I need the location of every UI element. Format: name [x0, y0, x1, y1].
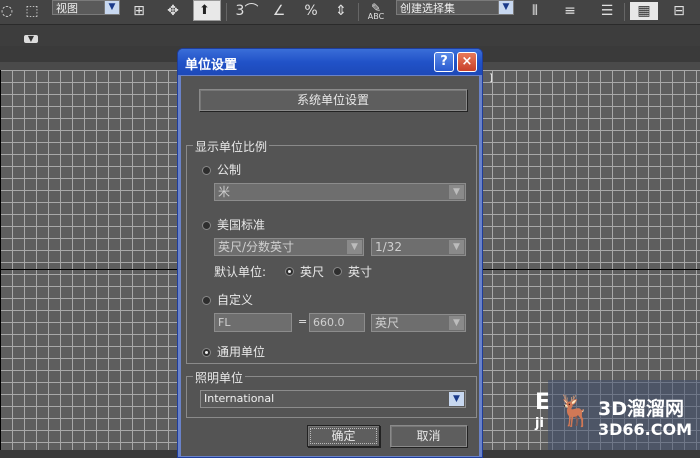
- reference-coord-value: 视图: [56, 2, 78, 15]
- chevron-down-icon: ▼: [449, 240, 464, 254]
- chevron-down-icon: ▼: [449, 392, 464, 406]
- main-toolbar: ◌ ⬚ 视图 ▼ ⊞ ✥ ⬆ 3⌒ ∠ % ⇕ ✎ ABC 创建选择集 ▼ ⫴ ≡…: [0, 0, 700, 25]
- chevron-down-icon: ▼: [449, 316, 464, 330]
- us-standard-label: 美国标准: [217, 218, 266, 232]
- us-unit-value: 英尺/分数英寸: [218, 240, 295, 254]
- ribbon-toggle-icon[interactable]: ▼: [24, 35, 38, 43]
- mirror-icon[interactable]: ⫴: [522, 2, 548, 20]
- chevron-down-icon: ▼: [104, 1, 119, 14]
- scene-explorer-icon[interactable]: ▦: [630, 2, 658, 20]
- fraction-dropdown[interactable]: 1/32 ▼: [371, 238, 466, 256]
- dialog-title: 单位设置: [185, 58, 238, 73]
- percent-snap-icon[interactable]: %: [296, 2, 326, 20]
- lighting-units-value: International: [204, 392, 275, 405]
- reference-coord-dropdown[interactable]: 视图 ▼: [52, 0, 120, 15]
- custom-label: 自定义: [217, 293, 254, 307]
- material-editor-icon[interactable]: ⊟: [664, 2, 694, 20]
- group-title: 显示单位比例: [193, 138, 270, 155]
- us-unit-dropdown[interactable]: 英尺/分数英寸 ▼: [214, 238, 364, 256]
- equals-sign: =: [298, 315, 308, 328]
- watermark-site-name: 3D溜溜网: [598, 398, 684, 420]
- metric-unit-dropdown[interactable]: 米 ▼: [214, 183, 466, 201]
- fraction-value: 1/32: [375, 240, 402, 254]
- edit-named-sets-icon[interactable]: ✎ ABC: [364, 2, 388, 21]
- custom-unit-value: 英尺: [375, 316, 400, 330]
- custom-value-field[interactable]: 660.0: [309, 313, 365, 332]
- toolbar-separator: [624, 3, 625, 21]
- close-button[interactable]: ×: [457, 52, 477, 72]
- watermark: 🦌 3D溜溜网 3D66.COM: [548, 380, 700, 450]
- chevron-down-icon: ▼: [347, 240, 362, 254]
- toolbar-separator: [358, 3, 359, 21]
- default-unit-label: 默认单位:: [214, 265, 267, 279]
- abc-label: ABC: [367, 12, 385, 21]
- viewport-label[interactable]: ]: [489, 73, 493, 84]
- chevron-down-icon: ▼: [498, 1, 513, 14]
- custom-name-field[interactable]: FL: [214, 313, 292, 332]
- lighting-units-group: 照明单位 International ▼: [186, 369, 477, 418]
- ok-button[interactable]: 确定: [307, 425, 380, 447]
- inch-label: 英寸: [348, 265, 373, 279]
- align-icon[interactable]: ≡: [556, 2, 584, 20]
- dialog-body: 系统单位设置 显示单位比例 公制 米 ▼ 美国标准 英尺/分数英寸 ▼ 1/32…: [181, 76, 479, 456]
- select-and-link-button[interactable]: ⬆: [193, 0, 221, 21]
- move-gizmo-icon[interactable]: ✥: [160, 2, 186, 20]
- feet-label: 英尺: [300, 265, 325, 279]
- custom-radio[interactable]: [202, 296, 211, 305]
- layer-manager-icon[interactable]: ☰: [594, 2, 620, 20]
- snap-label: 3: [235, 3, 245, 19]
- metric-radio[interactable]: [202, 166, 211, 175]
- deer-logo-icon: 🦌: [556, 394, 594, 429]
- dialog-titlebar[interactable]: 单位设置 ? ×: [178, 49, 482, 75]
- chevron-down-icon: ▼: [449, 185, 464, 199]
- us-standard-radio[interactable]: [202, 221, 211, 230]
- generic-units-radio[interactable]: [202, 348, 211, 357]
- angle-snap-icon[interactable]: ∠: [264, 2, 294, 20]
- upload-arrow-icon: ⬆: [199, 3, 210, 18]
- named-selection-dropdown[interactable]: 创建选择集 ▼: [396, 0, 514, 15]
- undo-arc-icon[interactable]: ◌: [0, 2, 14, 20]
- lighting-units-dropdown[interactable]: International ▼: [200, 390, 466, 408]
- units-setup-dialog: 单位设置 ? × 系统单位设置 显示单位比例 公制 米 ▼ 美国标准 英尺/分数…: [177, 48, 483, 458]
- spinner-snap-icon[interactable]: ⇕: [330, 2, 352, 20]
- watermark-site-url: 3D66.COM: [598, 420, 693, 439]
- feet-radio[interactable]: [285, 267, 294, 276]
- inch-radio[interactable]: [333, 267, 342, 276]
- region-select-icon[interactable]: ⬚: [20, 2, 44, 20]
- system-unit-setup-button[interactable]: 系统单位设置: [199, 89, 467, 111]
- named-selection-value: 创建选择集: [400, 2, 455, 15]
- metric-label: 公制: [217, 163, 242, 177]
- cancel-button[interactable]: 取消: [390, 425, 467, 447]
- snap-3d-icon[interactable]: 3⌒: [232, 2, 262, 20]
- help-button[interactable]: ?: [434, 52, 454, 72]
- watermark-fragment: ji: [535, 416, 544, 431]
- group-title: 照明单位: [193, 369, 246, 386]
- custom-unit-dropdown[interactable]: 英尺 ▼: [371, 314, 466, 332]
- generic-units-label: 通用单位: [217, 345, 266, 359]
- ribbon-bar: [0, 25, 700, 46]
- toolbar-separator: [226, 3, 227, 21]
- pivot-icon[interactable]: ⊞: [124, 2, 154, 20]
- metric-unit-value: 米: [218, 185, 231, 199]
- display-unit-scale-group: 显示单位比例 公制 米 ▼ 美国标准 英尺/分数英寸 ▼ 1/32 ▼ 默认单位…: [186, 138, 477, 364]
